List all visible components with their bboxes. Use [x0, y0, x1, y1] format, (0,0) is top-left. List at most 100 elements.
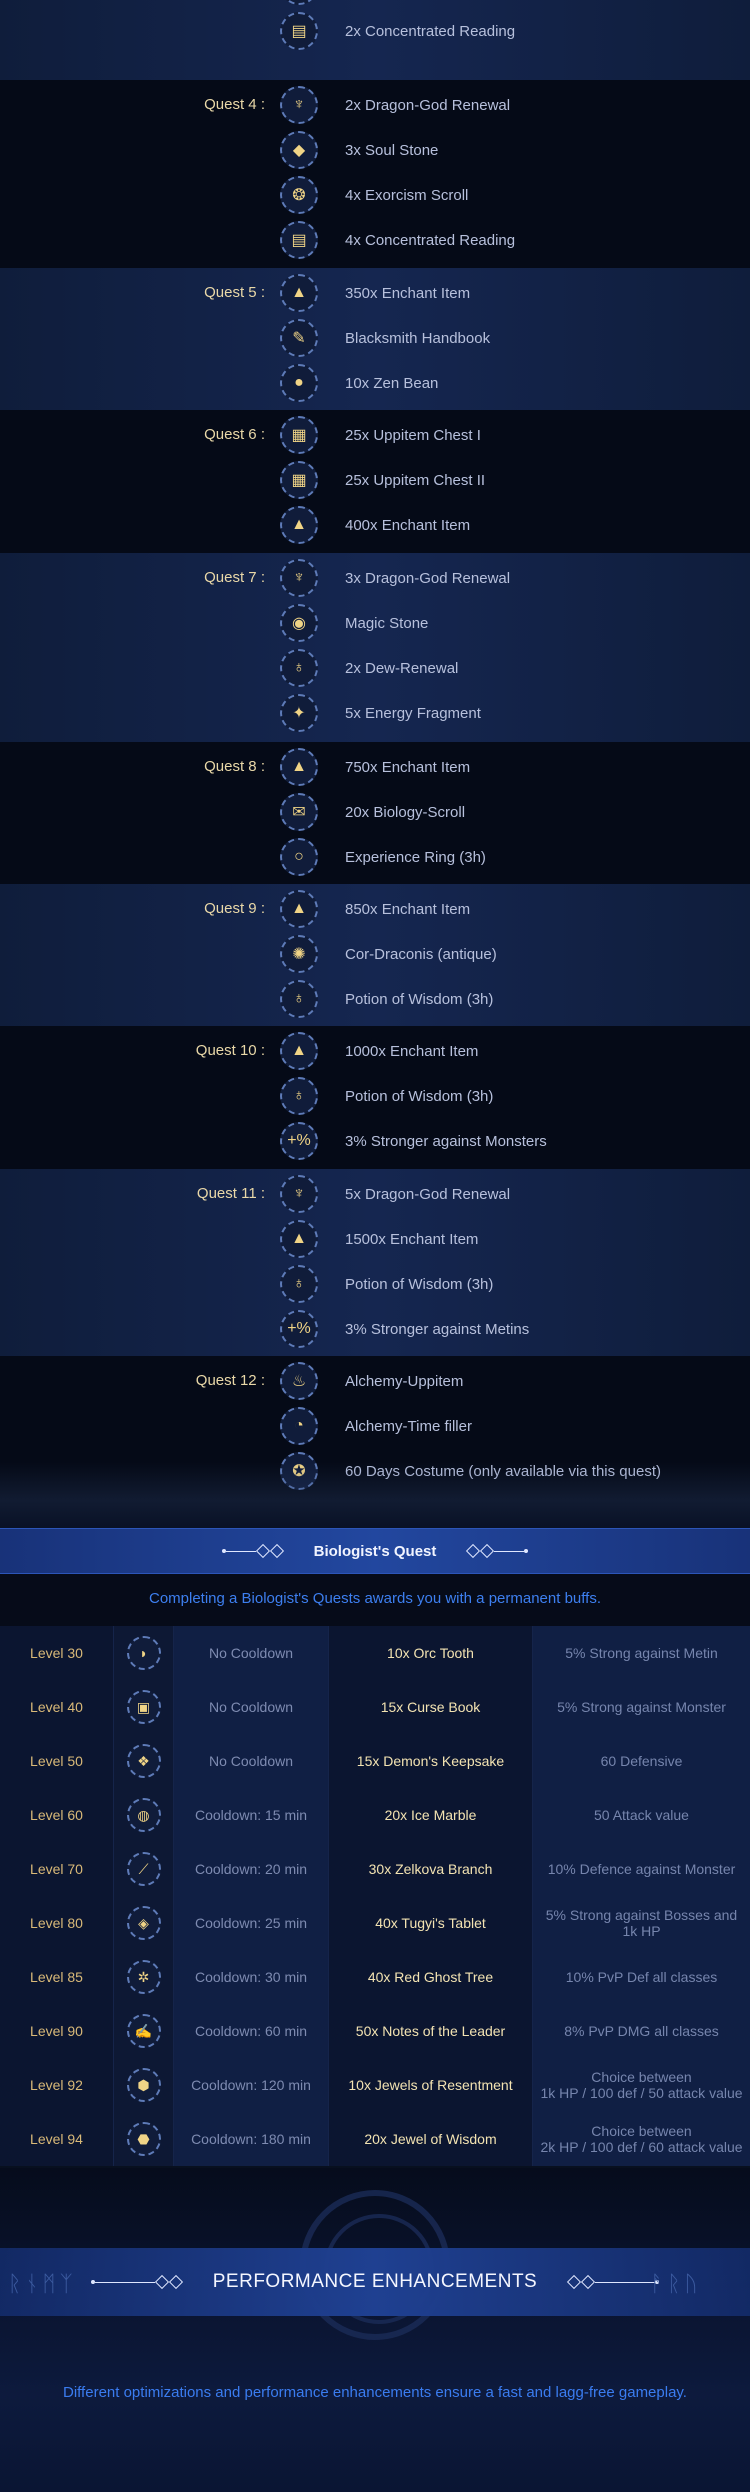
performance-subtitle: Different optimizations and performance … [63, 2384, 687, 2401]
table-row: Level 40 ▣ No Cooldown 15x Curse Book 5% Str… [0, 1680, 750, 1734]
magic-stone-icon: ◉ [280, 604, 318, 642]
bonus-cell: 60 Defensive [532, 1734, 750, 1788]
chest-icon: ▦ [280, 416, 318, 454]
scroll-icon: ❂ [280, 0, 318, 5]
reward-text: 850x Enchant Item [345, 900, 471, 918]
reward-text: Potion of Wisdom (3h) [345, 990, 494, 1008]
percent-icon: +% [280, 1122, 318, 1160]
level-cell: Level 92 [0, 2058, 113, 2112]
scroll-icon: ❂ [280, 176, 318, 214]
dragon-god-icon: ♆ [280, 559, 318, 597]
required-item-cell: 15x Demon's Keepsake [328, 1734, 532, 1788]
table-row: Level 92 ⬢ Cooldown: 120 min 10x Jewels of … [0, 2058, 750, 2112]
quest-label: Quest 12 : [195, 1372, 265, 1389]
level-cell: Level 80 [0, 1896, 113, 1950]
cooldown-cell: Cooldown: 180 min [173, 2112, 328, 2166]
reward-item: ▲ 400x Enchant Item [280, 505, 740, 545]
enchant-icon: ▲ [280, 1220, 318, 1258]
table-row: Level 30 ◗ No Cooldown 10x Orc Tooth 5% Stro… [0, 1626, 750, 1680]
table-row: Level 70 ⟋ Cooldown: 20 min 30x Zelkova Bra… [0, 1842, 750, 1896]
branch-icon: ⟋ [126, 1852, 161, 1886]
icon-cell: ◈ [113, 1896, 173, 1950]
reward-item: ✉ 20x Biology-Scroll [280, 792, 740, 832]
level-cell: Level 50 [0, 1734, 113, 1788]
reward-text: 25x Uppitem Chest II [345, 471, 486, 489]
icon-cell: ▣ [113, 1680, 173, 1734]
reward-text: Experience Ring (3h) [345, 848, 486, 866]
book-icon: ▤ [280, 12, 318, 50]
cooldown-cell: No Cooldown [173, 1680, 328, 1734]
runes-right-icon: ᚨᚱᚢ [650, 2272, 702, 2297]
table-row: Level 60 ◍ Cooldown: 15 min 20x Ice Marble 5… [0, 1788, 750, 1842]
ghost-tree-icon: ✲ [126, 1960, 161, 1994]
reward-text: 4x Exorcism Scroll [345, 186, 469, 204]
required-item-cell: 15x Curse Book [328, 1680, 532, 1734]
bonus-cell: 5% Strong against Bosses and 1k HP [532, 1896, 750, 1950]
reward-item: ♆ 5x Dragon-God Renewal [280, 1174, 740, 1214]
enchant-icon: ▲ [280, 274, 318, 312]
quest-block: Quest 5 : ▲ 350x Enchant Item ✎ Blacksmith H… [0, 268, 750, 410]
biologist-intro: Completing a Biologist's Quests awards y… [149, 1590, 601, 1607]
quest-block: ❂2x Exorcism Scroll ▤ 2x Concentrated Read… [0, 0, 750, 80]
quest-label: Quest 9 : [204, 900, 265, 917]
reward-item: ▲ 350x Enchant Item [280, 273, 740, 313]
level-cell: Level 90 [0, 2004, 113, 2058]
reward-item: ♁ Potion of Wisdom (3h) [280, 979, 740, 1019]
reward-text: Potion of Wisdom (3h) [345, 1275, 494, 1293]
dragon-god-icon: ♆ [280, 86, 318, 124]
soul-stone-icon: ◆ [280, 131, 318, 169]
quest-label: Quest 11 : [196, 1185, 265, 1202]
reward-text: 2x Dragon-God Renewal [345, 96, 511, 114]
icon-cell: ◍ [113, 1788, 173, 1842]
cooldown-cell: Cooldown: 30 min [173, 1950, 328, 2004]
level-cell: Level 94 [0, 2112, 113, 2166]
reward-item: ♆ 2x Dragon-God Renewal [280, 85, 740, 125]
quest-label: Quest 10 : [195, 1042, 265, 1059]
enchant-icon: ▲ [280, 1032, 318, 1070]
quest-block: Quest 7 : ♆ 3x Dragon-God Renewal ◉ Magic St… [0, 553, 750, 742]
reward-item: ◆ 3x Soul Stone [280, 130, 740, 170]
reward-item: ✺ Cor-Draconis (antique) [280, 934, 740, 974]
required-item-cell: 10x Jewels of Resentment [328, 2058, 532, 2112]
reward-item: ▲ 1000x Enchant Item [280, 1031, 740, 1071]
reward-item: ▲ 750x Enchant Item [280, 747, 740, 787]
reward-item: ▤ 2x Concentrated Reading [280, 11, 740, 51]
cooldown-cell: Cooldown: 20 min [173, 1842, 328, 1896]
quest-rewards-list: ❂2x Exorcism Scroll ▤ 2x Concentrated Read… [0, 0, 750, 1528]
level-cell: Level 30 [0, 1626, 113, 1680]
bonus-cell: Choice between 2k HP / 100 def / 60 atta… [532, 2112, 750, 2166]
reward-item: ♨ Alchemy-Uppitem [280, 1361, 740, 1401]
potion-icon: ♁ [280, 980, 318, 1018]
bonus-cell: 5% Strong against Monster [532, 1680, 750, 1734]
enchant-icon: ▲ [280, 748, 318, 786]
reward-text: 1000x Enchant Item [345, 1042, 479, 1060]
reward-text: 5x Dragon-God Renewal [345, 1185, 511, 1203]
zen-bean-icon: ● [280, 364, 318, 402]
reward-item: ▲ 850x Enchant Item [280, 889, 740, 929]
keepsake-icon: ❖ [126, 1744, 161, 1778]
book-icon: ▤ [280, 221, 318, 259]
reward-item: ✎ Blacksmith Handbook [280, 318, 740, 358]
bonus-cell: 8% PvP DMG all classes [532, 2004, 750, 2058]
reward-text: 10x Zen Bean [345, 374, 439, 392]
reward-item: ◉ Magic Stone [280, 603, 740, 643]
notes-icon: ✍ [126, 2014, 161, 2048]
reward-item: +% 3% Stronger against Monsters [280, 1121, 740, 1161]
table-row: Level 94 ⬣ Cooldown: 180 min 20x Jewel of W… [0, 2112, 750, 2166]
quest-block: Quest 6 : ▦ 25x Uppitem Chest I ▦ 25x Uppite… [0, 410, 750, 553]
required-item-cell: 10x Orc Tooth [328, 1626, 532, 1680]
icon-cell: ⟋ [113, 1842, 173, 1896]
reward-text: Potion of Wisdom (3h) [345, 1087, 494, 1105]
potion-icon: ♁ [280, 1265, 318, 1303]
reward-item: ▦ 25x Uppitem Chest II [280, 460, 740, 500]
icon-cell: ✍ [113, 2004, 173, 2058]
jewel-wisdom-icon: ⬣ [126, 2122, 161, 2156]
required-item-cell: 30x Zelkova Branch [328, 1842, 532, 1896]
icon-cell: ⬢ [113, 2058, 173, 2112]
potion-icon: ♁ [280, 1077, 318, 1115]
quest-block: Quest 4 : ♆ 2x Dragon-God Renewal ◆ 3x Soul … [0, 80, 750, 268]
reward-text: 3% Stronger against Metins [345, 1320, 530, 1338]
reward-item: ❂2x Exorcism Scroll [280, 0, 740, 6]
quest-label: Quest 8 : [204, 758, 265, 775]
reward-text: 750x Enchant Item [345, 758, 471, 776]
